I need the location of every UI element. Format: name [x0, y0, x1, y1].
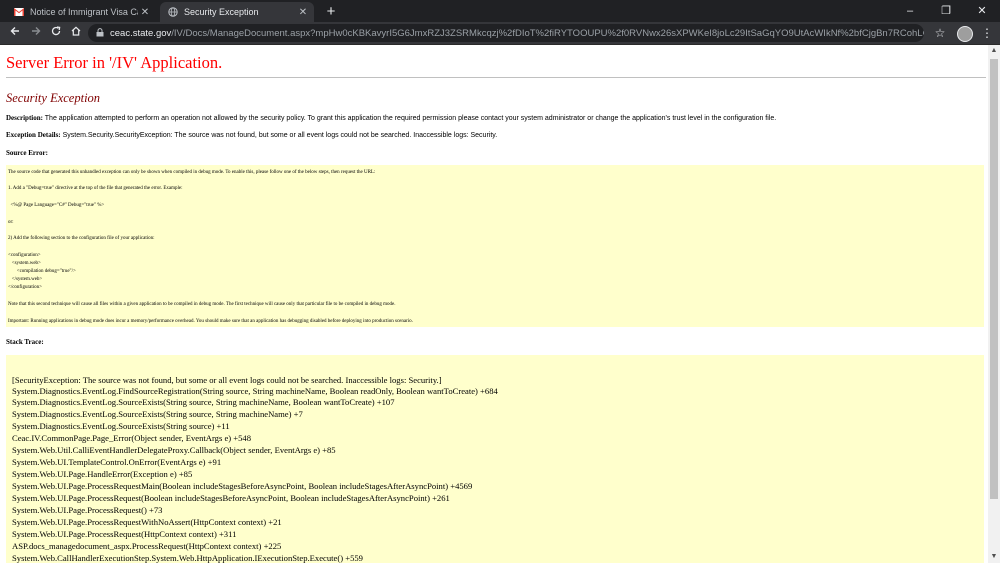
description-paragraph: Description: The application attempted t…: [6, 114, 776, 122]
source-error-box: The source code that generated this unha…: [6, 165, 984, 327]
back-arrow-icon[interactable]: [6, 24, 24, 42]
tab-strip: Notice of Immigrant Visa Case C ✕ Securi…: [0, 0, 1000, 22]
stack-trace-line: System.Web.UI.Page.ProcessRequest(HttpCo…: [12, 529, 237, 539]
stack-trace-line: System.Diagnostics.EventLog.SourceExists…: [12, 397, 395, 407]
source-line: or:: [8, 220, 14, 225]
description-label: Description:: [6, 114, 43, 122]
stack-trace-line: [SecurityException: The source was not f…: [12, 375, 442, 385]
source-line: Note that this second technique will cau…: [8, 302, 396, 307]
source-line: Important: Running applications in debug…: [8, 319, 413, 324]
stack-trace-line: System.Web.UI.TemplateControl.OnError(Ev…: [12, 457, 222, 467]
bookmark-star-icon[interactable]: ☆: [931, 24, 949, 42]
reload-icon[interactable]: [47, 24, 65, 42]
source-line: <compilation debug="true"/>: [8, 269, 76, 274]
source-line: <%@ Page Language="C#" Debug="true" %>: [8, 203, 105, 208]
lock-icon: [94, 27, 106, 39]
new-tab-button[interactable]: +: [322, 3, 340, 21]
source-line: <system.web>: [8, 261, 41, 266]
stack-trace-line: System.Web.Util.CalliEventHandlerDelegat…: [12, 445, 336, 455]
tab-title: Security Exception: [184, 7, 259, 17]
forward-arrow-icon[interactable]: [27, 24, 45, 42]
tab-title: Notice of Immigrant Visa Case C: [30, 7, 138, 17]
source-line: <configuration>: [8, 253, 41, 258]
source-line: </configuration>: [8, 285, 42, 290]
tab-close-icon[interactable]: ✕: [138, 7, 152, 18]
tab-close-icon[interactable]: ✕: [296, 7, 310, 18]
stack-trace-line: System.Diagnostics.EventLog.SourceExists…: [12, 409, 303, 419]
maximize-icon[interactable]: ❐: [928, 0, 964, 22]
stack-trace-line: System.Web.CallHandlerExecutionStep.Syst…: [12, 553, 363, 563]
stack-trace-line: ASP.docs_managedocument_aspx.ProcessRequ…: [12, 541, 282, 551]
stack-trace-line: System.Diagnostics.EventLog.SourceExists…: [12, 421, 230, 431]
divider: [6, 77, 986, 78]
menu-dots-icon[interactable]: ⋮: [978, 24, 996, 42]
browser-toolbar: ceac.state.gov/IV/Docs/ManageDocument.as…: [0, 22, 1000, 45]
globe-icon: [168, 7, 178, 17]
exception-title: Security Exception: [6, 91, 101, 105]
scroll-down-arrow-icon[interactable]: ▼: [988, 551, 1000, 563]
tab-gmail-notice[interactable]: Notice of Immigrant Visa Case C ✕: [6, 2, 156, 22]
stack-trace-line: System.Web.UI.Page.ProcessRequestMain(Bo…: [12, 481, 473, 491]
minimize-icon[interactable]: –: [892, 0, 928, 22]
stack-trace-box: [SecurityException: The source was not f…: [6, 355, 984, 563]
url-host: ceac.state.gov: [110, 27, 172, 39]
address-bar[interactable]: ceac.state.gov/IV/Docs/ManageDocument.as…: [88, 24, 924, 42]
stack-trace-line: Ceac.IV.CommonPage.Page_Error(Object sen…: [12, 433, 252, 443]
source-error-label: Source Error:: [6, 149, 48, 157]
scrollbar-thumb[interactable]: [990, 59, 998, 499]
url-path: /IV/Docs/ManageDocument.aspx?mpHw0cKBKav…: [171, 27, 924, 39]
description-text: The application attempted to perform an …: [44, 115, 777, 122]
page-content: Server Error in '/IV' Application. Secur…: [0, 45, 988, 563]
stack-trace-line: System.Web.UI.Page.ProcessRequest() +73: [12, 505, 163, 515]
stack-trace-line: System.Diagnostics.EventLog.FindSourceRe…: [12, 386, 498, 396]
exception-details-paragraph: Exception Details: System.Security.Secur…: [6, 131, 497, 139]
stack-trace-line: System.Web.UI.Page.ProcessRequest(Boolea…: [12, 493, 450, 503]
close-window-icon[interactable]: ✕: [964, 0, 1000, 22]
exception-label: Exception Details:: [6, 131, 61, 139]
source-line: The source code that generated this unha…: [8, 170, 376, 175]
stack-trace-label: Stack Trace:: [6, 338, 44, 346]
source-line: 1. Add a "Debug=true" directive at the t…: [8, 186, 183, 191]
scroll-up-arrow-icon[interactable]: ▲: [988, 45, 1000, 57]
stack-trace-line: System.Web.UI.Page.ProcessRequestWithNoA…: [12, 517, 282, 527]
source-line: 2) Add the following section to the conf…: [8, 236, 155, 241]
stack-trace-line: System.Web.UI.Page.HandleError(Exception…: [12, 469, 193, 479]
page-title: Server Error in '/IV' Application.: [6, 53, 223, 72]
gmail-icon: [14, 7, 24, 17]
tab-security-exception[interactable]: Security Exception ✕: [160, 2, 314, 22]
home-icon[interactable]: [67, 24, 85, 42]
profile-avatar[interactable]: [957, 26, 973, 42]
exception-text: System.Security.SecurityException: The s…: [62, 132, 498, 139]
source-line: </system.web>: [8, 277, 43, 282]
vertical-scrollbar[interactable]: ▲ ▼: [988, 45, 1000, 563]
